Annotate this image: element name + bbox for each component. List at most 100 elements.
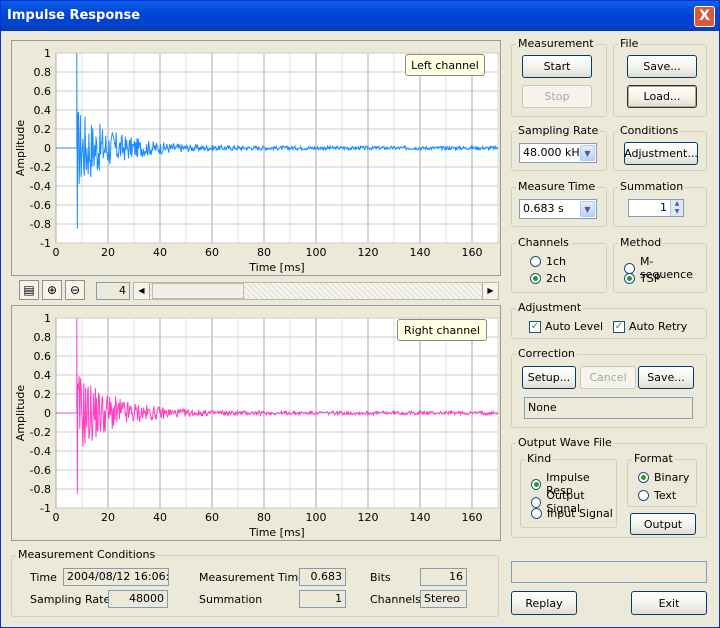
y-axis-label: Amplitude [14, 385, 27, 442]
adjustment-group-label: Adjustment [516, 301, 584, 314]
radio-icon[interactable] [531, 508, 542, 519]
measure-time-select[interactable]: 0.683 s ▼ [519, 199, 597, 219]
radio-tsp[interactable]: TSP [624, 272, 660, 285]
zoom-out-icon[interactable]: ⊖ [65, 280, 85, 300]
radio-selected-icon[interactable] [531, 478, 542, 490]
stop-button[interactable]: Stop [522, 85, 592, 108]
y-tick-label: -0.4 [30, 180, 51, 193]
y-tick-label: -0.8 [30, 483, 51, 496]
x-tick-label: 60 [205, 511, 219, 524]
y-axis-label: Amplitude [14, 120, 27, 177]
title-bar[interactable]: Impulse Response X [1, 1, 719, 31]
file-save-button[interactable]: Save... [627, 55, 697, 78]
exit-button[interactable]: Exit [631, 591, 707, 615]
x-tick-label: 160 [462, 511, 483, 524]
x-tick-label: 100 [306, 246, 327, 259]
radio-input-signal[interactable]: Input Signal [531, 507, 613, 520]
channels-label: Channels [370, 593, 421, 606]
x-axis-label: Time [ms] [248, 526, 304, 539]
measurement-time-field: 0.683 [299, 568, 346, 586]
scroll-right-button[interactable]: ▶ [482, 283, 498, 299]
radio-text-label: Text [654, 489, 677, 502]
left-channel-tag: Left channel [405, 54, 485, 76]
y-tick-label: 0.8 [34, 331, 52, 344]
y-tick-label: 0.8 [34, 66, 52, 79]
x-tick-label: 60 [205, 246, 219, 259]
x-tick-label: 140 [410, 511, 431, 524]
conditions-group: Conditions Adjustment... [613, 124, 707, 171]
x-tick-label: 120 [358, 511, 379, 524]
measurement-time-label: Measurement Time [199, 571, 305, 584]
format-group-label: Format [632, 452, 675, 465]
sampling-rate-group-label: Sampling Rate [516, 124, 601, 137]
x-tick-label: 160 [462, 246, 483, 259]
radio-1ch[interactable]: 1ch [530, 255, 566, 268]
correction-cancel-button[interactable]: Cancel [580, 366, 636, 389]
y-tick-label: -0.6 [30, 464, 51, 477]
sampling-rate-select[interactable]: 48.000 kHz ▼ [519, 143, 597, 163]
auto-retry-checkbox[interactable]: ✓ Auto Retry [613, 320, 687, 333]
kind-group: Kind Impulse Resp. Output Signal Input S… [520, 452, 617, 528]
adjustment-button[interactable]: Adjustment... [624, 142, 698, 165]
page-field[interactable]: 4 [96, 282, 130, 300]
output-button[interactable]: Output [630, 513, 696, 535]
summation-group-label: Summation [618, 180, 686, 193]
radio-2ch[interactable]: 2ch [530, 272, 566, 285]
y-tick-label: 0.2 [34, 388, 52, 401]
y-tick-label: -0.4 [30, 445, 51, 458]
measurement-conditions-group: Measurement Conditions Time 2004/08/12 1… [11, 548, 499, 617]
y-tick-label: -1 [40, 237, 51, 250]
checkmark-icon[interactable]: ✓ [529, 320, 541, 333]
close-button[interactable]: X [694, 6, 715, 27]
start-button[interactable]: Start [522, 55, 592, 78]
x-tick-label: 140 [410, 246, 431, 259]
y-tick-label: 0 [44, 407, 51, 420]
y-tick-label: 0.6 [34, 350, 52, 363]
checkmark-icon[interactable]: ✓ [613, 320, 625, 333]
y-tick-label: 1 [44, 47, 51, 60]
horizontal-scrollbar[interactable]: ◀ ▶ [133, 282, 499, 300]
channels-field: Stereo [420, 590, 467, 608]
zoom-in-icon[interactable]: ⊕ [42, 280, 62, 300]
radio-icon[interactable] [530, 256, 541, 267]
right-channel-tag: Right channel [397, 319, 487, 341]
file-load-button[interactable]: Load... [627, 85, 697, 108]
status-field [511, 561, 707, 583]
x-tick-label: 80 [257, 511, 271, 524]
summation-label: Summation [199, 593, 263, 606]
scroll-left-button[interactable]: ◀ [134, 283, 150, 299]
scroll-thumb[interactable] [152, 283, 244, 299]
radio-icon[interactable] [531, 496, 542, 508]
sampling-rate-value: 48.000 kHz [523, 146, 586, 159]
bottom-plot-chart: 10.80.60.40.20-0.2-0.4-0.6-0.8-10 20 40 60 8… [14, 312, 499, 539]
x-tick-label: 120 [358, 246, 379, 259]
chevron-down-icon[interactable]: ▼ [580, 145, 595, 161]
correction-setup-button[interactable]: Setup... [522, 366, 576, 389]
sampling-rate-field: 48000 [108, 590, 168, 608]
sampling-rate-group: Sampling Rate 48.000 kHz ▼ [511, 124, 607, 171]
y-tick-label: 0.4 [34, 104, 52, 117]
radio-selected-icon[interactable] [624, 273, 635, 284]
chevron-down-icon[interactable]: ▼ [580, 201, 595, 217]
y-tick-label: -0.8 [30, 218, 51, 231]
x-tick-label: 20 [101, 246, 115, 259]
radio-text[interactable]: Text [638, 489, 676, 502]
radio-icon[interactable] [638, 490, 649, 501]
measurement-label: Measurement [516, 37, 596, 50]
y-tick-label: 0.2 [34, 123, 52, 136]
method-group-label: Method [618, 236, 664, 249]
channels-group: Channels 1ch 2ch [511, 236, 607, 293]
measure-time-group: Measure Time 0.683 s ▼ [511, 180, 607, 227]
y-tick-label: 0.6 [34, 85, 52, 98]
correction-group-label: Correction [516, 347, 577, 360]
replay-button[interactable]: Replay [511, 591, 577, 615]
measure-time-label: Measure Time [516, 180, 598, 193]
correction-save-button[interactable]: Save... [638, 366, 694, 389]
fit-view-icon[interactable]: ▤ [19, 280, 39, 300]
file-group: File Save... Load... [613, 37, 707, 117]
spinner-arrows-icon[interactable]: ▲ ▼ [670, 200, 683, 216]
radio-selected-icon[interactable] [530, 273, 541, 284]
auto-level-checkbox[interactable]: ✓ Auto Level [529, 320, 603, 333]
radio-selected-icon[interactable] [638, 472, 649, 483]
radio-binary[interactable]: Binary [638, 471, 689, 484]
